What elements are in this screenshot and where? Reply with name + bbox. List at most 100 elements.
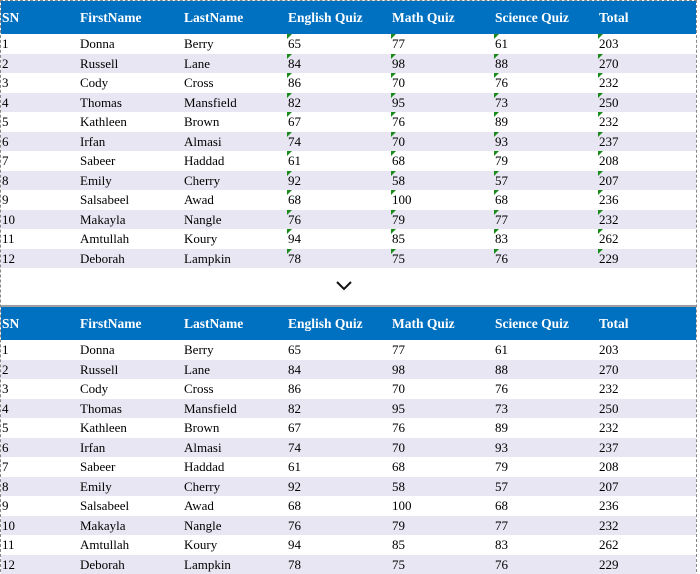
table-cell[interactable]: 75	[392, 555, 405, 574]
header-cell[interactable]: English Quiz	[288, 1, 363, 34]
table-cell[interactable]: 237	[599, 132, 619, 152]
table-cell[interactable]: 232	[599, 73, 619, 93]
table-cell[interactable]: 70	[392, 132, 405, 152]
table-cell[interactable]: Amtullah	[80, 229, 129, 249]
table-cell[interactable]: 68	[392, 457, 405, 477]
header-cell[interactable]: FirstName	[80, 307, 141, 340]
table-cell[interactable]: Salsabeel	[80, 496, 129, 516]
table-cell[interactable]: 76	[495, 73, 508, 93]
table-cell[interactable]: 86	[288, 379, 301, 399]
table-cell[interactable]: 98	[392, 54, 405, 74]
table-cell[interactable]: 89	[495, 418, 508, 438]
header-cell[interactable]: LastName	[184, 307, 243, 340]
table-cell[interactable]: 74	[288, 438, 301, 458]
table-cell[interactable]: 68	[288, 496, 301, 516]
table-cell[interactable]: 61	[288, 457, 301, 477]
table-cell[interactable]: Nangle	[184, 516, 222, 536]
table-cell[interactable]: 262	[599, 535, 619, 555]
table-cell[interactable]: 77	[392, 340, 405, 360]
table-cell[interactable]: 98	[392, 360, 405, 380]
header-cell[interactable]: LastName	[184, 1, 243, 34]
table-cell[interactable]: 9	[2, 496, 9, 516]
header-cell[interactable]: Total	[599, 1, 629, 34]
table-cell[interactable]: 77	[495, 210, 508, 230]
table-cell[interactable]: 73	[495, 93, 508, 113]
table-cell[interactable]: 65	[288, 340, 301, 360]
table-cell[interactable]: 93	[495, 438, 508, 458]
table-cell[interactable]: Lampkin	[184, 555, 231, 574]
table-cell[interactable]: 10	[2, 210, 15, 230]
table-cell[interactable]: Lane	[184, 54, 210, 74]
table-cell[interactable]: Almasi	[184, 132, 222, 152]
table-cell[interactable]: 4	[2, 93, 9, 113]
table-cell[interactable]: 1	[2, 34, 9, 54]
table-cell[interactable]: 84	[288, 54, 301, 74]
header-cell[interactable]: Math Quiz	[392, 1, 455, 34]
table-cell[interactable]: 75	[392, 249, 405, 269]
table-cell[interactable]: 232	[599, 210, 619, 230]
table-cell[interactable]: 79	[495, 151, 508, 171]
table-cell[interactable]: 232	[599, 516, 619, 536]
table-cell[interactable]: 57	[495, 171, 508, 191]
table-cell[interactable]: 11	[2, 535, 15, 555]
table-cell[interactable]: Kathleen	[80, 112, 127, 132]
table-cell[interactable]: Thomas	[80, 399, 122, 419]
table-cell[interactable]: 67	[288, 418, 301, 438]
table-cell[interactable]: 94	[288, 535, 301, 555]
table-cell[interactable]: 232	[599, 112, 619, 132]
table-cell[interactable]: 208	[599, 151, 619, 171]
table-cell[interactable]: Awad	[184, 190, 214, 210]
table-cell[interactable]: 9	[2, 190, 9, 210]
table-cell[interactable]: 6	[2, 438, 9, 458]
table-cell[interactable]: Koury	[184, 229, 217, 249]
table-cell[interactable]: 76	[495, 555, 508, 574]
table-cell[interactable]: 11	[2, 229, 15, 249]
table-cell[interactable]: Haddad	[184, 457, 224, 477]
table-cell[interactable]: 79	[392, 210, 405, 230]
header-cell[interactable]: Science Quiz	[495, 1, 569, 34]
table-cell[interactable]: 76	[495, 379, 508, 399]
table-cell[interactable]: Makayla	[80, 516, 125, 536]
table-cell[interactable]: Amtullah	[80, 535, 129, 555]
table-cell[interactable]: Mansfield	[184, 399, 237, 419]
table-cell[interactable]: 95	[392, 399, 405, 419]
table-cell[interactable]: Kathleen	[80, 418, 127, 438]
table-cell[interactable]: Brown	[184, 112, 219, 132]
table-cell[interactable]: 73	[495, 399, 508, 419]
table-cell[interactable]: Koury	[184, 535, 217, 555]
header-cell[interactable]: FirstName	[80, 1, 141, 34]
table-cell[interactable]: 203	[599, 340, 619, 360]
table-cell[interactable]: Berry	[184, 340, 214, 360]
table-cell[interactable]: 77	[495, 516, 508, 536]
table-cell[interactable]: 94	[288, 229, 301, 249]
table-cell[interactable]: 76	[495, 249, 508, 269]
table-cell[interactable]: 82	[288, 399, 301, 419]
table-cell[interactable]: 12	[2, 555, 15, 574]
table-cell[interactable]: 232	[599, 418, 619, 438]
table-cell[interactable]: Brown	[184, 418, 219, 438]
table-cell[interactable]: 82	[288, 93, 301, 113]
table-cell[interactable]: 7	[2, 457, 9, 477]
table-cell[interactable]: Lampkin	[184, 249, 231, 269]
table-cell[interactable]: Mansfield	[184, 93, 237, 113]
table-cell[interactable]: Cross	[184, 73, 214, 93]
table-cell[interactable]: Deborah	[80, 555, 125, 574]
table-cell[interactable]: Sabeer	[80, 457, 115, 477]
table-cell[interactable]: 58	[392, 171, 405, 191]
table-cell[interactable]: 236	[599, 190, 619, 210]
table-cell[interactable]: 88	[495, 360, 508, 380]
table-cell[interactable]: 67	[288, 112, 301, 132]
table-cell[interactable]: Berry	[184, 34, 214, 54]
table-cell[interactable]: 68	[288, 190, 301, 210]
header-cell[interactable]: SN	[2, 1, 19, 34]
table-cell[interactable]: 8	[2, 171, 9, 191]
table-cell[interactable]: 12	[2, 249, 15, 269]
table-cell[interactable]: 92	[288, 171, 301, 191]
table-cell[interactable]: 78	[288, 555, 301, 574]
table-cell[interactable]: 6	[2, 132, 9, 152]
table-cell[interactable]: Sabeer	[80, 151, 115, 171]
table-cell[interactable]: 2	[2, 54, 9, 74]
table-cell[interactable]: 2	[2, 360, 9, 380]
table-cell[interactable]: 76	[392, 112, 405, 132]
table-cell[interactable]: 270	[599, 54, 619, 74]
